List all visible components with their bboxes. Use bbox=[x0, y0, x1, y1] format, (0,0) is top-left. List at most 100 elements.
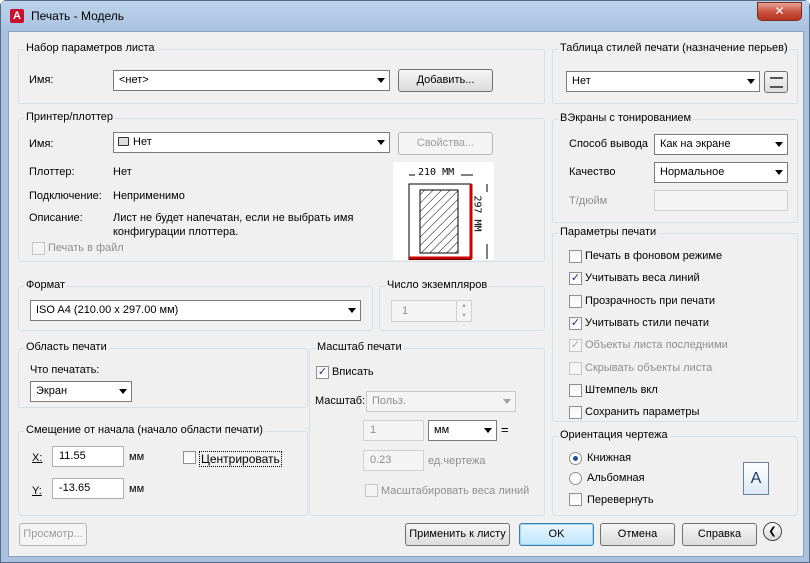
page-setup-group: Набор параметров листа Имя: <нет> Добави… bbox=[18, 42, 545, 104]
description-line2: конфигурации плоттера. bbox=[113, 226, 239, 238]
scale-select[interactable]: Польз. bbox=[366, 391, 516, 412]
plot-offset-title: Смещение от начала (начало области печат… bbox=[24, 424, 265, 436]
printer-icon bbox=[118, 137, 129, 146]
paper-size-select[interactable]: ISO A4 (210.00 x 297.00 мм) bbox=[30, 300, 361, 321]
page-setup-name-select[interactable]: <нет> bbox=[113, 70, 390, 91]
chevron-down-icon bbox=[377, 78, 385, 83]
plot-option-label: Штемпель вкл bbox=[585, 383, 658, 396]
paper-preview: 210 ММ 297 ММ bbox=[393, 162, 494, 261]
plotter-label: Плоттер: bbox=[29, 166, 75, 178]
plot-style-table-group: Таблица стилей печати (назначение перьев… bbox=[552, 42, 798, 104]
shade-plot-select[interactable]: Как на экране bbox=[654, 134, 788, 155]
plot-style-table-value: Нет bbox=[572, 75, 591, 87]
chevron-down-icon bbox=[484, 428, 492, 433]
offset-y-input[interactable]: -13.65 bbox=[52, 478, 124, 499]
offset-x-input[interactable]: 11.55 bbox=[52, 446, 124, 467]
preview-width-label: 210 ММ bbox=[418, 167, 455, 178]
offset-x-label: X: bbox=[32, 452, 43, 464]
orientation-icon-letter: A bbox=[750, 470, 762, 487]
cancel-button[interactable]: Отмена bbox=[600, 523, 675, 546]
scale-value: Польз. bbox=[372, 395, 407, 407]
plot-style-table-select[interactable]: Нет bbox=[566, 71, 760, 92]
upside-down-checkbox[interactable] bbox=[569, 493, 582, 506]
copies-spinner[interactable]: 1 ▲ ▼ bbox=[391, 300, 472, 322]
help-button[interactable]: Справка bbox=[682, 523, 757, 546]
upside-down-label: Перевернуть bbox=[587, 494, 654, 506]
edit-plot-style-button[interactable] bbox=[764, 71, 788, 93]
scale-label: Масштаб: bbox=[315, 395, 366, 407]
title-bar[interactable]: A Печать - Модель ✕ bbox=[1, 1, 809, 31]
landscape-label: Альбомная bbox=[587, 472, 645, 484]
printer-name-select[interactable]: Нет bbox=[113, 132, 390, 153]
edit-table-icon bbox=[770, 77, 783, 88]
paper-size-value: ISO A4 (210.00 x 297.00 мм) bbox=[36, 304, 179, 316]
expand-dialog-button[interactable]: ❮ bbox=[763, 522, 782, 541]
page-setup-name-value: <нет> bbox=[119, 74, 149, 86]
preview-height-label: 297 ММ bbox=[471, 195, 483, 232]
dpi-label: Т/дюйм bbox=[569, 195, 608, 207]
quality-select[interactable]: Нормальное bbox=[654, 162, 788, 183]
add-page-setup-button[interactable]: Добавить... bbox=[398, 69, 493, 92]
plot-option-checkbox[interactable]: ✓ bbox=[569, 339, 582, 353]
copies-title: Число экземпляров bbox=[385, 279, 490, 291]
chevron-down-icon bbox=[348, 308, 356, 313]
scale-value1-input[interactable]: 1 bbox=[363, 420, 424, 441]
plot-option-checkbox[interactable] bbox=[569, 250, 582, 263]
copies-value: 1 bbox=[402, 305, 409, 317]
scale-unit-value: мм bbox=[434, 424, 450, 436]
plot-option-checkbox[interactable] bbox=[569, 383, 582, 397]
dpi-input[interactable] bbox=[654, 190, 788, 211]
apply-to-layout-button[interactable]: Применить к листу bbox=[405, 523, 510, 546]
what-to-plot-select[interactable]: Экран bbox=[30, 381, 132, 402]
equals-sign: = bbox=[501, 422, 509, 437]
scale-lineweights-checkbox[interactable] bbox=[365, 484, 378, 497]
close-button[interactable]: ✕ bbox=[757, 2, 802, 21]
plot-option-checkbox[interactable] bbox=[569, 294, 582, 308]
shaded-viewport-title: ВЭкраны с тонированием bbox=[558, 112, 694, 124]
plot-option-checkbox[interactable]: ✓ bbox=[569, 272, 582, 286]
printer-name-label: Имя: bbox=[29, 138, 54, 150]
spin-up-icon[interactable]: ▲ bbox=[456, 301, 471, 311]
connection-label: Подключение: bbox=[29, 190, 102, 202]
ok-button[interactable]: OK bbox=[519, 523, 594, 546]
chevron-down-icon bbox=[775, 142, 783, 147]
plotter-value: Нет bbox=[113, 166, 132, 178]
print-to-file-checkbox[interactable] bbox=[32, 242, 45, 255]
fit-to-paper-label: Вписать bbox=[332, 366, 374, 378]
fit-to-paper-checkbox[interactable]: ✓ bbox=[316, 366, 329, 379]
shade-plot-value: Как на экране bbox=[660, 138, 731, 150]
plot-offset-group: Смещение от начала (начало области печат… bbox=[18, 424, 308, 516]
plot-option-label: Сохранить параметры bbox=[585, 406, 700, 419]
copies-group: Число экземпляров 1 ▲ ▼ bbox=[379, 279, 545, 331]
landscape-radio[interactable] bbox=[569, 472, 582, 485]
plot-option-checkbox[interactable] bbox=[569, 406, 582, 420]
scale-unit-select[interactable]: мм bbox=[428, 420, 497, 441]
page-setup-title: Набор параметров листа bbox=[24, 42, 157, 54]
scale-lineweights-label: Масштабировать веса линий bbox=[381, 485, 530, 497]
printer-properties-button[interactable]: Свойства... bbox=[398, 132, 493, 155]
spin-down-icon[interactable]: ▼ bbox=[456, 311, 471, 321]
quality-value: Нормальное bbox=[660, 166, 725, 178]
shade-plot-label: Способ вывода bbox=[569, 138, 648, 150]
center-plot-checkbox[interactable] bbox=[183, 451, 196, 464]
plot-option-label: Учитывать стили печати bbox=[585, 316, 710, 329]
preview-button[interactable]: Просмотр... bbox=[19, 523, 87, 546]
printer-title: Принтер/плоттер bbox=[24, 111, 116, 123]
portrait-label: Книжная bbox=[587, 452, 632, 464]
scale-value2-input[interactable]: 0.23 bbox=[363, 450, 424, 471]
plot-option-checkbox[interactable]: ✓ bbox=[569, 316, 582, 330]
chevron-down-icon bbox=[503, 399, 511, 404]
orientation-title: Ориентация чертежа bbox=[558, 429, 670, 441]
plot-options-group: Параметры печати Печать в фоновом режиме… bbox=[552, 226, 798, 422]
print-dialog-window: A Печать - Модель ✕ Набор параметров лис… bbox=[0, 0, 810, 563]
portrait-radio[interactable] bbox=[569, 452, 582, 465]
plot-scale-title: Масштаб печати bbox=[315, 341, 404, 353]
description-label: Описание: bbox=[29, 212, 83, 224]
plot-option-checkbox[interactable] bbox=[569, 361, 582, 375]
autocad-logo-icon: A bbox=[10, 9, 24, 23]
chevron-down-icon bbox=[119, 389, 127, 394]
plot-option-label: Скрывать объекты листа bbox=[585, 361, 713, 374]
center-plot-label: Центрировать bbox=[199, 451, 282, 467]
shaded-viewport-group: ВЭкраны с тонированием Способ вывода Как… bbox=[552, 112, 798, 223]
window-title: Печать - Модель bbox=[31, 9, 125, 23]
